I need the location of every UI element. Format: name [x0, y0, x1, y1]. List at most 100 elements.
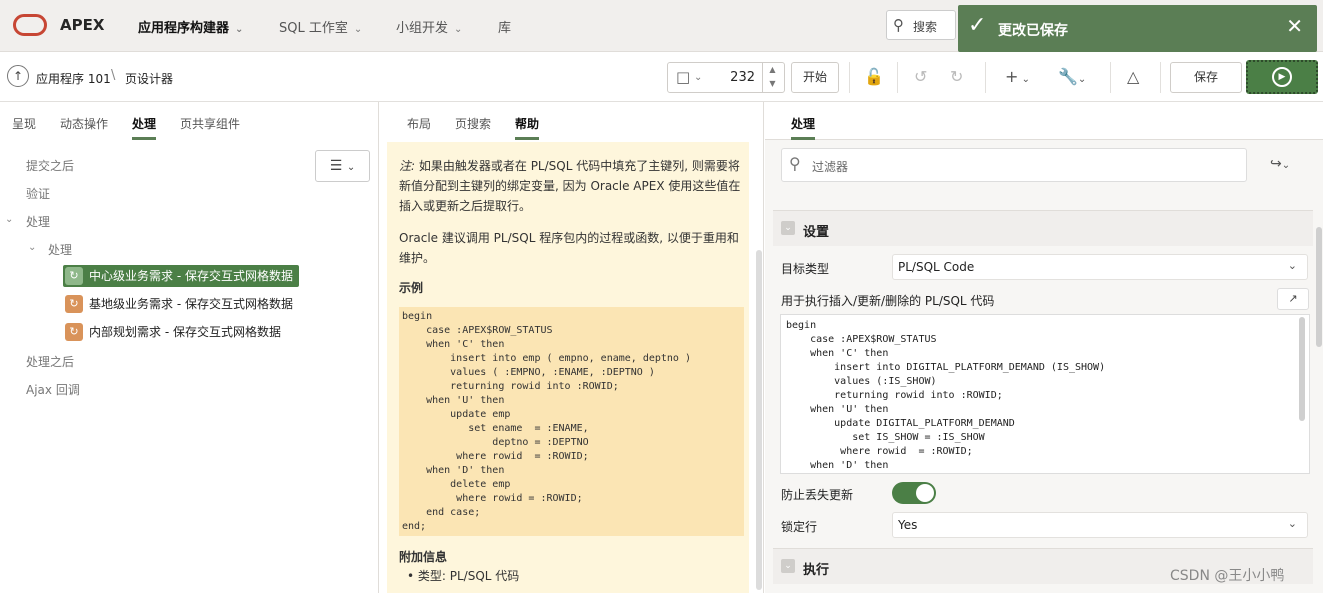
chevron-down-icon[interactable]: ⌄	[28, 242, 36, 253]
search-input[interactable]: ⚲ 搜索	[886, 10, 956, 40]
chevron-down-icon: ⌄	[353, 24, 363, 35]
process-item[interactable]: ↻ 内部规划需求 - 保存交互式网格数据	[63, 321, 287, 343]
arrow-up-icon[interactable]: ↑	[7, 65, 29, 87]
filter-input[interactable]: ⚲ 过滤器	[781, 148, 1247, 182]
tree-processing-sub[interactable]: 处理	[48, 241, 72, 258]
breadcrumb-separator: \	[111, 68, 116, 83]
target-type-label: 目标类型	[781, 262, 830, 276]
left-tabs: 呈现 动态操作 处理 页共享组件	[0, 102, 378, 140]
tree-processing[interactable]: 处理	[26, 213, 50, 230]
tree-menu-button[interactable]: ☰ ⌄	[315, 150, 370, 182]
menu-icon: ☰	[329, 158, 343, 174]
tree-after-submit[interactable]: 提交之后	[26, 157, 74, 174]
shared-components-icon[interactable]: △	[1127, 67, 1139, 86]
tab-layout[interactable]: 布局	[407, 115, 431, 132]
close-icon[interactable]: ✕	[1286, 14, 1303, 38]
tree-validation[interactable]: 验证	[26, 185, 50, 202]
nav-team-dev[interactable]: 小组开发 ⌄	[396, 17, 462, 36]
help-content: 注: 如果由触发器或者在 PL/SQL 代码中填充了主键列, 则需要将新值分配到…	[387, 142, 749, 593]
save-button[interactable]: 保存	[1170, 62, 1242, 93]
right-tabs: 处理	[765, 102, 1323, 140]
tab-page-search[interactable]: 页搜索	[455, 115, 491, 132]
oracle-logo-icon[interactable]	[13, 14, 47, 36]
middle-pane: 布局 页搜索 帮助 注: 如果由触发器或者在 PL/SQL 代码中填充了主键列,…	[380, 102, 772, 593]
success-toast: ✓ 更改已保存 ✕	[958, 5, 1317, 52]
brand-name[interactable]: APEX	[60, 16, 104, 34]
tab-help[interactable]: 帮助	[515, 115, 540, 140]
chevron-down-icon: ⌄	[781, 559, 795, 573]
tab-processing[interactable]: 处理	[132, 115, 157, 140]
tree-ajax-callback[interactable]: Ajax 回调	[26, 381, 80, 398]
start-button[interactable]: 开始	[791, 62, 839, 93]
page-stepper[interactable]: ▲ ▼	[762, 63, 782, 92]
prevent-lost-update-toggle[interactable]	[892, 482, 936, 504]
breadcrumb-page: 页设计器	[125, 72, 174, 86]
nav-sql-workshop[interactable]: SQL 工作室 ⌄	[279, 17, 362, 36]
lock-icon[interactable]: 🔓	[864, 67, 884, 86]
page-icon: □	[676, 68, 691, 86]
chevron-down-icon: ⌄	[781, 221, 795, 235]
process-icon: ↻	[65, 295, 83, 313]
tab-rendering[interactable]: 呈现	[12, 115, 36, 132]
process-icon: ↻	[65, 267, 83, 285]
chevron-down-icon[interactable]: ⌄	[5, 214, 13, 225]
chevron-down-icon: ⌄	[235, 24, 244, 35]
designer-toolbar: ↑ 应用程序 101 \ 页设计器 □ ⌄ ▲ ▼ 232 开始 🔓 ↺ ↻ + …	[0, 52, 1323, 102]
run-button[interactable]: ▶	[1246, 60, 1318, 94]
tab-shared-components[interactable]: 页共享组件	[180, 115, 240, 132]
top-bar: APEX 应用程序构建器⌄ SQL 工作室⌄ 小组开发⌄ 库 ⚲搜索 ● ⓘ ✓…	[0, 0, 1323, 52]
search-icon: ⚲	[893, 16, 904, 34]
chevron-down-icon: ⌄	[346, 162, 356, 173]
left-pane: 呈现 动态操作 处理 页共享组件 ☰ ⌄ 提交之后 验证 ⌄ 处理 ⌄ 处理 ↻…	[0, 102, 387, 593]
divider	[1110, 62, 1111, 93]
toast-message: 更改已保存	[998, 23, 1068, 39]
prevent-lost-update-label: 防止丢失更新	[781, 488, 854, 502]
settings-section-header[interactable]: ⌄ 设置	[773, 210, 1313, 246]
code-label: 用于执行插入/更新/删除的 PL/SQL 代码	[781, 294, 995, 308]
example-title: 示例	[399, 281, 424, 295]
scrollbar[interactable]	[1316, 227, 1322, 347]
additional-title: 附加信息	[399, 550, 448, 564]
nav-app-builder[interactable]: 应用程序构建器 ⌄	[138, 17, 243, 36]
process-item[interactable]: ↻ 基地级业务需求 - 保存交互式网格数据	[63, 293, 299, 315]
breadcrumb-app[interactable]: 应用程序 101	[36, 70, 111, 87]
chevron-down-icon: ⌄	[1287, 517, 1297, 530]
property-editor: 处理 ⚲ 过滤器 ↪⌄ ⌄ 设置 目标类型 PL/SQL Code ⌄ 用于执行插入/…	[765, 102, 1323, 593]
process-icon: ↻	[65, 323, 83, 341]
tab-process-properties[interactable]: 处理	[791, 115, 816, 140]
page-number[interactable]: 232	[715, 70, 755, 85]
middle-tabs: 布局 页搜索 帮助	[380, 102, 763, 140]
chevron-down-icon: ⌄	[1287, 259, 1297, 272]
scrollbar[interactable]	[756, 250, 762, 590]
add-menu-icon[interactable]: + ⌄	[1005, 67, 1030, 86]
target-type-select[interactable]: PL/SQL Code ⌄	[892, 254, 1308, 280]
undo-icon[interactable]: ↺	[914, 67, 927, 86]
wrench-icon[interactable]: 🔧⌄	[1058, 67, 1086, 86]
tab-dynamic-actions[interactable]: 动态操作	[60, 115, 108, 132]
plsql-code-editor[interactable]: begin case :APEX$ROW_STATUS when 'C' the…	[780, 314, 1310, 474]
process-item[interactable]: ↻ 中心级业务需求 - 保存交互式网格数据	[63, 265, 299, 287]
example-code: begin case :APEX$ROW_STATUS when 'C' the…	[399, 307, 744, 536]
chevron-down-icon: ⌄	[454, 24, 463, 35]
scrollbar[interactable]	[1299, 317, 1305, 421]
search-icon: ⚲	[789, 154, 801, 173]
watermark: CSDN @王小小鸭	[1170, 568, 1285, 584]
tree-after-processing[interactable]: 处理之后	[26, 353, 74, 370]
play-icon: ▶	[1272, 67, 1292, 87]
toggle-knob	[916, 484, 934, 502]
expand-editor-icon[interactable]: ↗	[1277, 288, 1309, 310]
nav-gallery[interactable]: 库	[498, 17, 511, 36]
chevron-down-icon: ⌄	[694, 72, 703, 83]
divider	[1160, 62, 1161, 93]
go-to-group-icon[interactable]: ↪⌄	[1270, 156, 1290, 172]
help-note: 注: 如果由触发器或者在 PL/SQL 代码中填充了主键列, 则需要将新值分配到…	[399, 159, 741, 213]
check-icon: ✓	[968, 13, 987, 38]
divider	[985, 62, 986, 93]
help-recommend: Oracle 建议调用 PL/SQL 程序包内的过程或函数, 以便于重用和维护。	[399, 231, 739, 265]
redo-icon[interactable]: ↻	[950, 67, 963, 86]
lock-row-label: 锁定行	[781, 520, 818, 534]
divider	[849, 62, 850, 93]
additional-item: • 类型: PL/SQL 代码	[407, 569, 520, 583]
lock-row-select[interactable]: Yes ⌄	[892, 512, 1308, 538]
divider	[897, 62, 898, 93]
